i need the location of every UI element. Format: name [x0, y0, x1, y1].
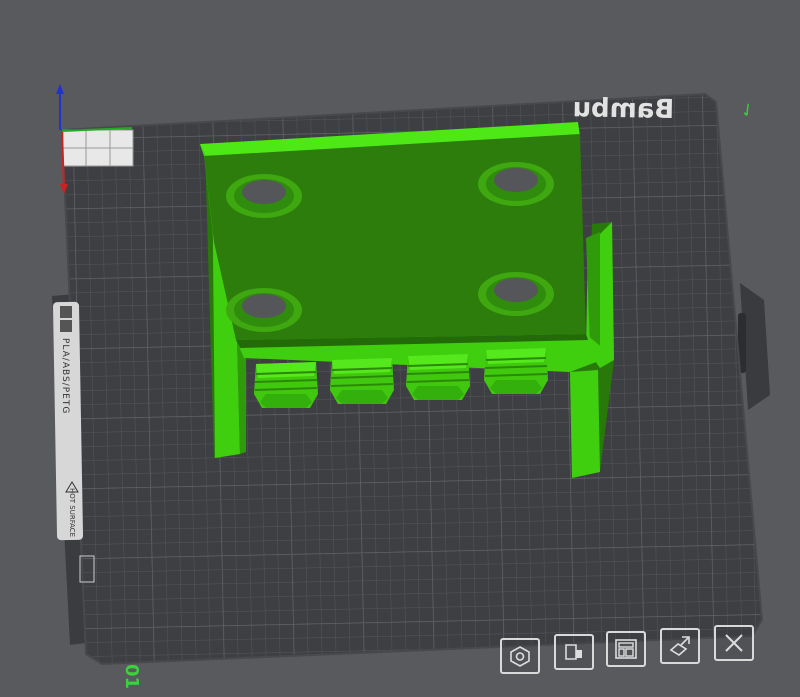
plate-number: 01 — [121, 664, 142, 689]
mount-hole — [226, 288, 302, 332]
threaded-insert[interactable] — [330, 358, 394, 404]
auto-orient-icon — [669, 636, 690, 656]
orient-icon — [565, 644, 582, 660]
layout-button[interactable] — [606, 631, 646, 667]
plate-corner-mark: ✓ — [736, 98, 760, 124]
delete-button[interactable] — [714, 625, 754, 661]
plate-type-label: PLA/ABS/PETG — [60, 338, 70, 414]
threaded-insert[interactable] — [484, 348, 548, 394]
arrange-icon — [510, 646, 530, 667]
hot-surface-label: HOT SURFACE — [68, 488, 76, 537]
bed-brand-text: Bambu — [572, 93, 674, 125]
mount-hole — [478, 272, 554, 316]
threaded-insert[interactable] — [406, 354, 470, 400]
arrange-button[interactable] — [500, 638, 540, 674]
mount-hole — [478, 162, 554, 206]
layout-icon — [615, 639, 637, 659]
3d-viewport[interactable]: PLA/ABS/PETG HOT SURFACE Bambu ✓ 01 — [0, 0, 800, 697]
mount-hole — [226, 174, 302, 218]
delete-icon — [725, 634, 743, 652]
orient-button[interactable] — [554, 634, 594, 670]
threaded-insert[interactable] — [254, 362, 318, 408]
auto-orient-button[interactable] — [660, 628, 700, 664]
plate-toolbar — [498, 624, 760, 674]
